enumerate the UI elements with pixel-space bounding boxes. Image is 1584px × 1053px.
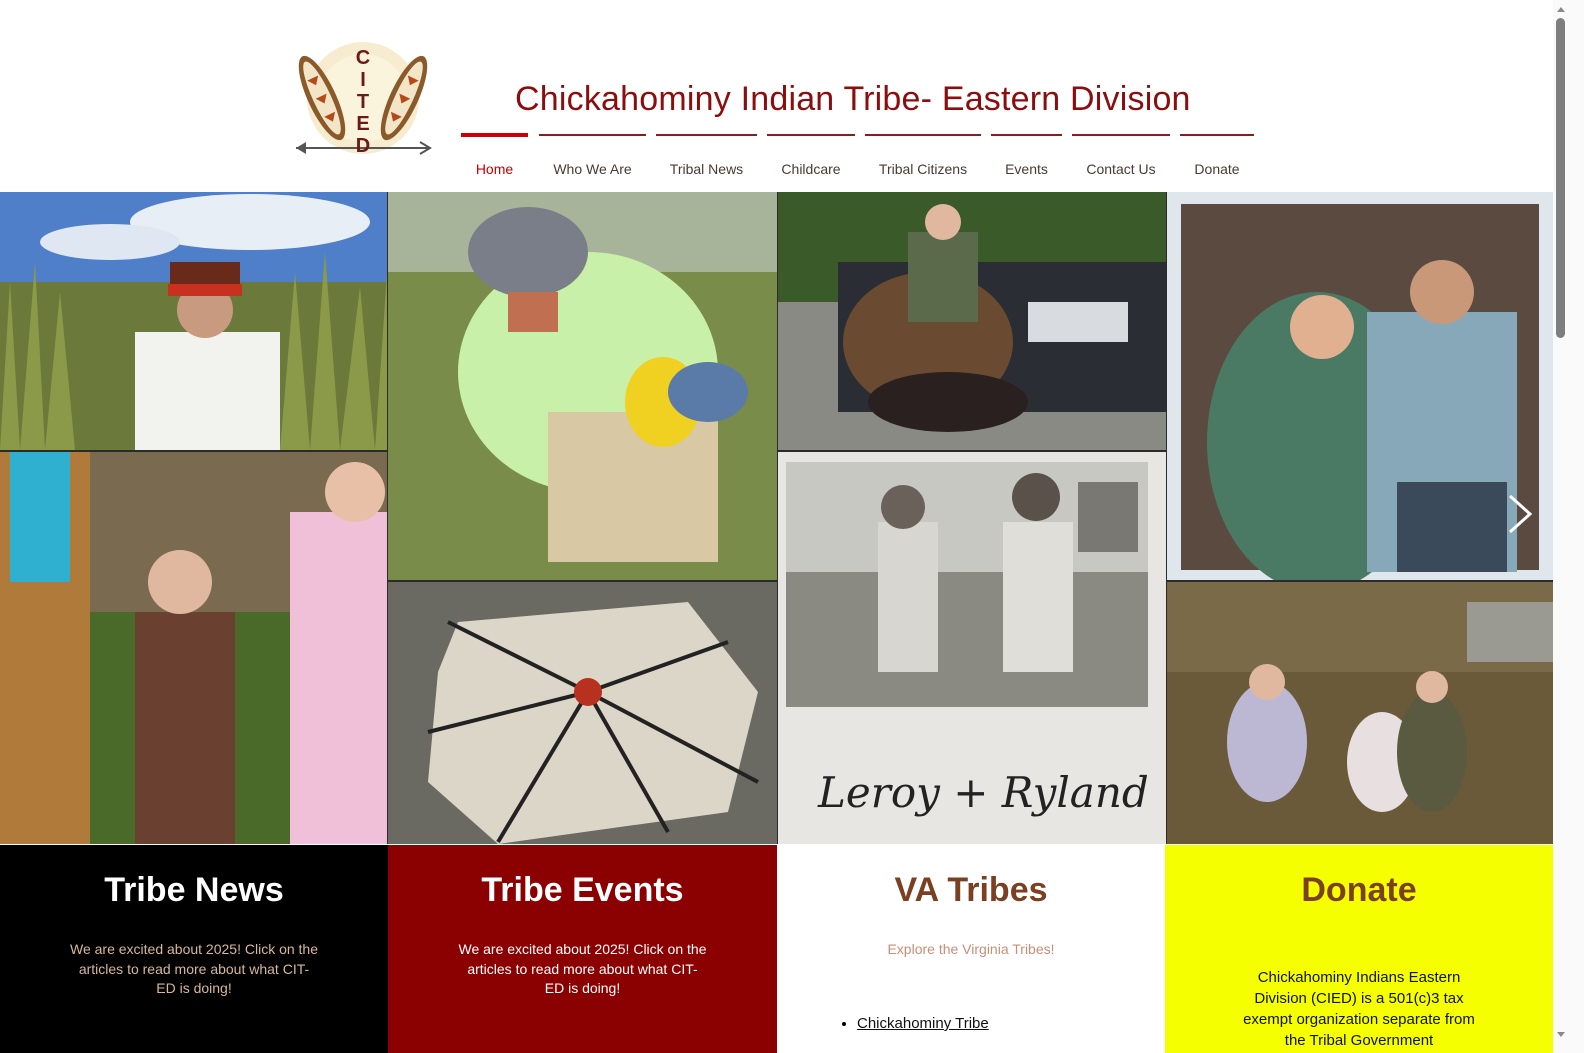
list-item: Chickahominy Tribe bbox=[857, 1015, 989, 1032]
panel-title: VA Tribes bbox=[894, 871, 1048, 909]
nav-label: Events bbox=[1005, 161, 1048, 177]
panel-va-tribes: VA Tribes Explore the Virginia Tribes! C… bbox=[777, 845, 1165, 1053]
svg-text:E: E bbox=[356, 113, 369, 135]
panel-text: Explore the Virginia Tribes! bbox=[887, 941, 1055, 957]
nav-item-tribal-news[interactable]: Tribal News bbox=[656, 130, 757, 190]
nav-label: Who We Are bbox=[553, 161, 632, 177]
panel-donate[interactable]: Donate Chickahominy Indians Eastern Divi… bbox=[1165, 845, 1553, 1053]
svg-text:T: T bbox=[357, 91, 369, 113]
cited-logo[interactable]: C I T E D bbox=[292, 36, 434, 162]
photo-vintage-boys[interactable]: Leroy + Ryland bbox=[778, 452, 1166, 844]
nav-item-events[interactable]: Events bbox=[991, 130, 1062, 190]
nav-label: Donate bbox=[1194, 161, 1240, 177]
photo-knapping[interactable] bbox=[388, 192, 777, 580]
svg-text:D: D bbox=[356, 135, 370, 157]
panel-title: Tribe Events bbox=[481, 871, 684, 909]
nav-label: Tribal Citizens bbox=[878, 161, 968, 177]
photo-vintage-couple[interactable] bbox=[1167, 192, 1553, 580]
photo-handwritten-caption: Leroy + Ryland bbox=[817, 768, 1149, 817]
nav-underline bbox=[1072, 134, 1170, 136]
photo-family-outdoors[interactable] bbox=[1167, 582, 1553, 844]
photo-girls-powwow[interactable] bbox=[0, 452, 387, 844]
photo-elder-marsh[interactable] bbox=[0, 192, 387, 450]
logo-text: C bbox=[356, 47, 370, 69]
photo-gallery: Leroy + Ryland bbox=[0, 192, 1553, 844]
svg-text:I: I bbox=[360, 69, 366, 91]
nav-item-contact-us[interactable]: Contact Us bbox=[1072, 130, 1170, 190]
nav-underline bbox=[539, 134, 646, 136]
nav-item-childcare[interactable]: Childcare bbox=[767, 130, 855, 190]
nav-label: Contact Us bbox=[1086, 161, 1156, 177]
scrollbar-thumb[interactable] bbox=[1556, 18, 1565, 338]
panel-title: Donate bbox=[1301, 871, 1417, 909]
nav-label: Home bbox=[475, 161, 514, 177]
tribe-link-chickahominy[interactable]: Chickahominy Tribe bbox=[857, 1015, 989, 1032]
nav-underline bbox=[865, 134, 981, 136]
photo-drum[interactable] bbox=[388, 582, 777, 844]
tribe-links-list: Chickahominy Tribe bbox=[837, 1015, 989, 1032]
nav-underline bbox=[1180, 134, 1254, 136]
nav-item-donate[interactable]: Donate bbox=[1180, 130, 1254, 190]
panel-title: Tribe News bbox=[104, 871, 284, 909]
nav-underline bbox=[767, 134, 855, 136]
nav-underline bbox=[461, 133, 528, 137]
nav-item-home[interactable]: Home bbox=[461, 130, 528, 190]
nav-item-who-we-are[interactable]: Who We Are bbox=[539, 130, 646, 190]
panel-text: We are excited about 2025! Click on the … bbox=[70, 941, 319, 996]
photo-turkey-hunt[interactable] bbox=[778, 192, 1166, 450]
nav-underline bbox=[991, 134, 1062, 136]
scroll-up-arrow-icon[interactable] bbox=[1555, 2, 1567, 14]
nav-item-tribal-citizens[interactable]: Tribal Citizens bbox=[865, 130, 981, 190]
nav-label: Childcare bbox=[781, 161, 841, 177]
panel-text: We are excited about 2025! Click on the … bbox=[458, 941, 707, 996]
nav-underline bbox=[656, 134, 757, 136]
chevron-right-icon[interactable] bbox=[1504, 492, 1534, 536]
panel-tribe-news[interactable]: Tribe News We are excited about 2025! Cl… bbox=[0, 845, 388, 1053]
panel-tribe-events[interactable]: Tribe Events We are excited about 2025! … bbox=[388, 845, 777, 1053]
nav-label: Tribal News bbox=[669, 161, 744, 177]
site-header: C I T E D Chickahominy Indian Tribe- Eas… bbox=[0, 0, 1553, 192]
panel-text: Chickahominy Indians Eastern Division (C… bbox=[1243, 969, 1475, 1049]
scroll-down-arrow-icon[interactable] bbox=[1555, 1028, 1567, 1040]
site-title: Chickahominy Indian Tribe- Eastern Divis… bbox=[515, 80, 1191, 118]
